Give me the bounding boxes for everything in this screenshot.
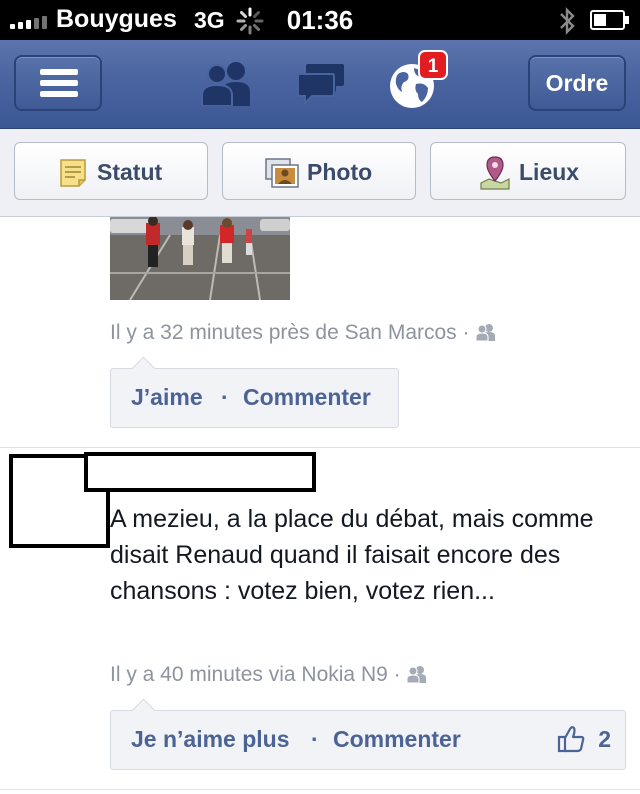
story-meta: Il y a 40 minutes via Nokia N9 · [110, 663, 428, 687]
battery-icon [590, 10, 629, 30]
places-button[interactable]: Lieux [430, 142, 626, 200]
story-meta: Il y a 32 minutes près de San Marcos · [110, 321, 497, 345]
comment-link[interactable]: Commenter [243, 384, 371, 411]
comment-link[interactable]: Commenter [333, 726, 461, 753]
photo-button[interactable]: Photo [222, 142, 416, 200]
story-divider [0, 789, 640, 790]
messages-icon[interactable] [296, 62, 346, 106]
like-link[interactable]: J’aime [131, 384, 203, 411]
story-time-source[interactable]: Il y a 40 minutes via Nokia N9 [110, 663, 388, 686]
story-actions: J’aime · Commenter [110, 356, 399, 428]
clock: 01:36 [286, 5, 354, 35]
thumbs-up-icon[interactable] [557, 725, 585, 753]
friends-icon[interactable] [200, 60, 256, 106]
author-name[interactable] [84, 452, 316, 492]
friends-audience-icon[interactable] [406, 665, 428, 684]
story-message: A mezieu, a la place du débat, mais comm… [110, 505, 594, 605]
story-divider [0, 447, 640, 448]
places-label: Lieux [519, 159, 580, 185]
unlike-link[interactable]: Je n’aime plus [131, 726, 290, 753]
story-photo[interactable] [110, 217, 290, 300]
note-icon [60, 159, 86, 187]
publisher-bar: Statut Photo Lieux [0, 129, 640, 217]
map-pin-icon [480, 156, 510, 190]
story-time-location[interactable]: Il y a 32 minutes près de San Marcos [110, 321, 457, 344]
friends-audience-icon[interactable] [475, 323, 497, 342]
meta-separator: · [393, 663, 401, 686]
news-feed[interactable]: Il y a 32 minutes près de San Marcos · J… [0, 217, 640, 794]
status-button[interactable]: Statut [14, 142, 208, 200]
photo-icon [265, 158, 299, 188]
photo-label: Photo [307, 159, 373, 185]
bluetooth-icon [560, 7, 575, 35]
like-count[interactable]: 2 [598, 726, 611, 753]
story-actions: Je n’aime plus · Commenter 2 [110, 698, 626, 770]
notification-badge: 1 [418, 50, 448, 80]
action-separator: · [311, 726, 319, 752]
status-bar: Bouygues 3G 01:36 [0, 0, 640, 40]
menu-button[interactable] [14, 55, 102, 111]
ordre-button[interactable]: Ordre [528, 55, 626, 111]
meta-separator: · [462, 321, 470, 344]
action-separator: · [221, 384, 229, 410]
status-label: Statut [97, 159, 163, 185]
navigation-bar: 1 Ordre [0, 40, 640, 129]
